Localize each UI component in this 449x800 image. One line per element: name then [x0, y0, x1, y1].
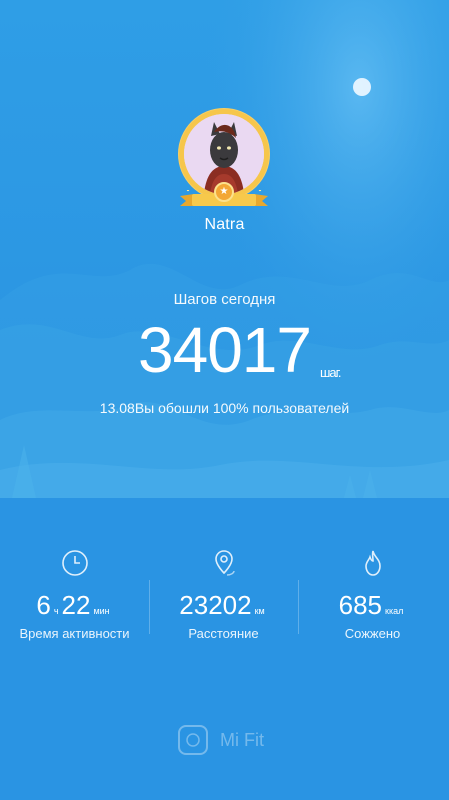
medal-icon: ★ [214, 182, 234, 202]
mi-fit-logo-icon [178, 725, 208, 755]
flame-icon [364, 550, 381, 576]
stat-calories[interactable]: 685 ккал Сожжено [298, 548, 447, 648]
brand-name: Mi Fit [220, 729, 264, 750]
distance-label: Расстояние [188, 626, 259, 641]
activity-value: 6 ч 22 мин [36, 590, 110, 620]
clock-icon [61, 550, 88, 576]
distance-value: 23202 км [179, 590, 265, 620]
avatar[interactable]: ★ [178, 108, 270, 218]
stat-distance[interactable]: 23202 км Расстояние [149, 548, 298, 648]
mi-fit-brand: Mi Fit [178, 725, 278, 755]
steps-counter[interactable]: 34017 шаг. [0, 313, 449, 387]
calories-label: Сожжено [344, 626, 401, 641]
calories-value: 685 ккал [338, 590, 404, 620]
stat-activity[interactable]: 6 ч 22 мин Время активности [0, 548, 149, 648]
stats-row: 6 ч 22 мин Время активности 23202 км Расстоя… [0, 548, 449, 658]
sun [353, 78, 371, 96]
username[interactable]: Natra [0, 216, 449, 234]
location-pin-icon [214, 550, 235, 576]
steps-unit: шаг. [320, 365, 341, 380]
steps-title: Шагов сегодня [173, 291, 276, 308]
steps-value: 34017 [138, 314, 312, 386]
steps-comparison-note: 13.08Вы обошли 100% пользователей [99, 400, 350, 416]
activity-label: Время активности [19, 626, 130, 641]
